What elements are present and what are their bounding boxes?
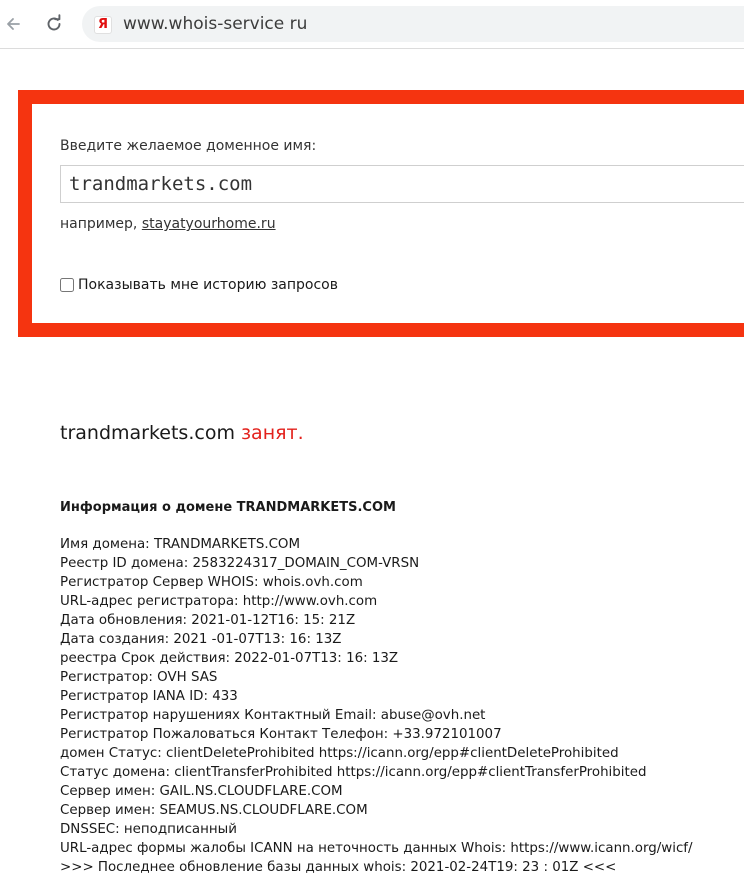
result-status-badge: занят.: [240, 422, 304, 444]
domain-search-panel: [18, 90, 744, 337]
domain-info-heading: Информация о домене TRANDMARKETS.COM: [60, 500, 396, 515]
whois-line: Регистратор: OVH SAS: [60, 670, 218, 685]
whois-line: Сервер имен: SEAMUS.NS.CLOUDFLARE.COM: [60, 803, 368, 818]
history-option[interactable]: Показывать мне историю запросов: [60, 277, 338, 293]
whois-line: Статус домена: clientTransferProhibited …: [60, 765, 647, 780]
reload-button[interactable]: [42, 12, 66, 36]
history-label: Показывать мне историю запросов: [78, 277, 338, 293]
browser-toolbar: Я www.whois-service ru: [0, 0, 744, 49]
address-bar[interactable]: Я www.whois-service ru: [82, 6, 744, 42]
whois-line: Сервер имен: GAIL.NS.CLOUDFLARE.COM: [60, 784, 343, 799]
whois-line: DNSSEC: неподписанный: [60, 822, 237, 837]
whois-line: Имя домена: TRANDMARKETS.COM: [60, 537, 301, 552]
domain-input[interactable]: [60, 165, 744, 203]
result-title: trandmarkets.com занят.: [60, 422, 304, 444]
whois-line: Реестр ID домена: 2583224317_DOMAIN_COM-…: [60, 556, 420, 571]
whois-line: Регистратор Пожаловаться Контакт Телефон…: [60, 727, 502, 742]
whois-line: Регистратор IANA ID: 433: [60, 689, 238, 704]
whois-line: URL-адрес регистратора: http://www.ovh.c…: [60, 594, 378, 609]
whois-line: >>> Последнее обновление базы данных who…: [60, 860, 617, 875]
whois-line: Регистратор Сервер WHOIS: whois.ovh.com: [60, 575, 363, 590]
example-domain-link[interactable]: stayatyourhome.ru: [142, 216, 276, 232]
example-prefix: например,: [60, 216, 138, 232]
back-button[interactable]: [1, 12, 25, 36]
whois-line: Регистратор нарушениях Контактный Email:…: [60, 708, 486, 723]
domain-prompt-label: Введите желаемое доменное имя:: [60, 138, 317, 154]
whois-line: реестра Срок действия: 2022-01-07T13: 16…: [60, 651, 399, 666]
url-text[interactable]: www.whois-service ru: [123, 14, 307, 34]
whois-line: Дата обновления: 2021-01-12T16: 15: 21Z: [60, 613, 356, 628]
result-domain: trandmarkets.com: [60, 422, 235, 444]
whois-line: URL-адрес формы жалобы ICANN на неточнос…: [60, 841, 693, 856]
history-checkbox[interactable]: [60, 278, 74, 292]
site-favicon-icon: Я: [94, 16, 112, 34]
whois-line: Дата создания: 2021 -01-07T13: 16: 13Z: [60, 632, 342, 647]
reload-icon: [47, 14, 61, 31]
whois-line: домен Статус: clientDeleteProhibited htt…: [60, 746, 619, 761]
arrow-left-icon: [7, 18, 20, 30]
whois-record-list: Имя домена: TRANDMARKETS.COM Реестр ID д…: [60, 535, 693, 877]
example-hint: например, stayatyourhome.ru: [60, 216, 276, 232]
